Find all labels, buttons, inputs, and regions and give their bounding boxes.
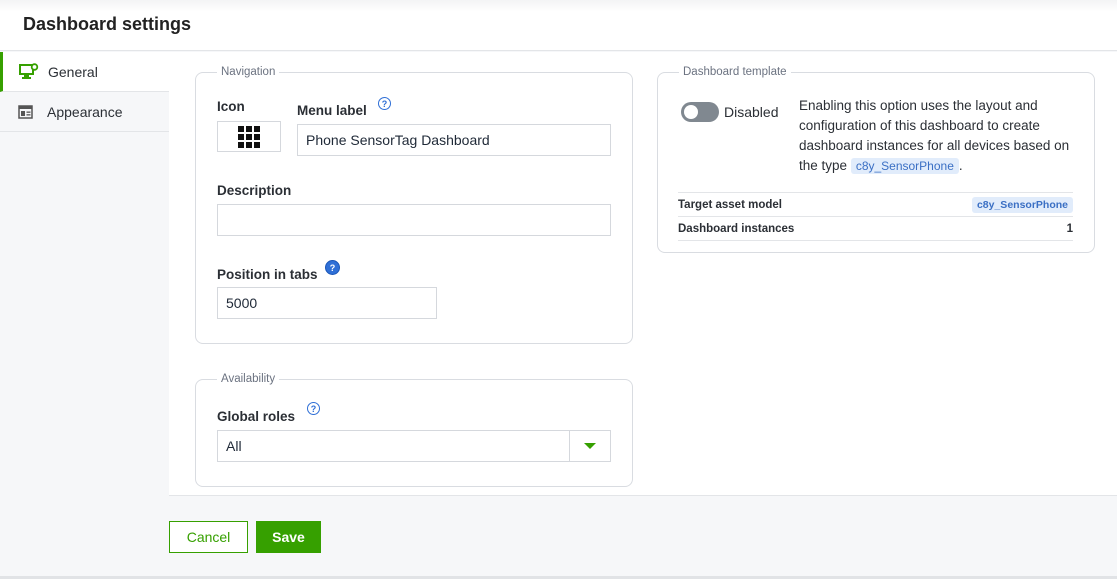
help-icon[interactable]: ? [307,402,320,415]
sidebar-item-label: General [48,63,98,80]
settings-sidebar: General Appearance [0,52,169,579]
help-icon[interactable]: ? [378,97,391,110]
dashboard-instances-row: Dashboard instances 1 [678,216,1073,241]
target-asset-row: Target asset model c8y_SensorPhone [678,192,1073,217]
menu-label-label: Menu label [297,103,367,118]
toggle-label: Disabled [724,104,779,120]
template-legend: Dashboard template [683,66,787,78]
sidebar-item-appearance[interactable]: Appearance [0,92,169,132]
save-button[interactable]: Save [256,521,321,553]
global-roles-label: Global roles [217,409,296,424]
grid-icon [238,125,260,148]
position-input[interactable]: 5000 [217,287,437,319]
template-toggle[interactable] [681,102,719,122]
icon-picker[interactable] [217,121,281,152]
row-label: Target asset model [678,199,782,211]
caret-down-icon [584,443,596,449]
page-title: Dashboard settings [23,14,192,34]
monitor-gear-icon [19,63,39,80]
sidebar-item-general[interactable]: General [0,52,169,92]
description-textarea[interactable] [217,204,611,236]
page-header: Dashboard settings [0,0,1117,51]
menu-label-input[interactable]: Phone SensorTag Dashboard [297,124,611,156]
global-roles-dropdown-button[interactable] [569,430,611,462]
row-value: 1 [1066,222,1073,235]
global-roles-select[interactable]: All [217,430,570,462]
icon-label: Icon [217,99,245,114]
help-icon[interactable]: ? [325,260,340,275]
availability-legend: Availability [221,373,276,385]
cancel-button[interactable]: Cancel [169,521,248,553]
toggle-knob [684,105,698,119]
navigation-legend: Navigation [221,66,276,78]
period: . [958,158,963,173]
description-label: Description [217,183,292,198]
position-label: Position in tabs [217,267,318,282]
settings-content: Navigation Icon Menu label ? Phone Senso… [169,52,1117,496]
row-label: Dashboard instances [678,222,795,235]
sidebar-item-label: Appearance [47,103,123,120]
layout-icon [18,104,38,120]
template-description: Enabling this option uses the layout and… [799,96,1084,176]
row-value-tag: c8y_SensorPhone [971,197,1073,213]
type-tag: c8y_SensorPhone [850,158,959,174]
